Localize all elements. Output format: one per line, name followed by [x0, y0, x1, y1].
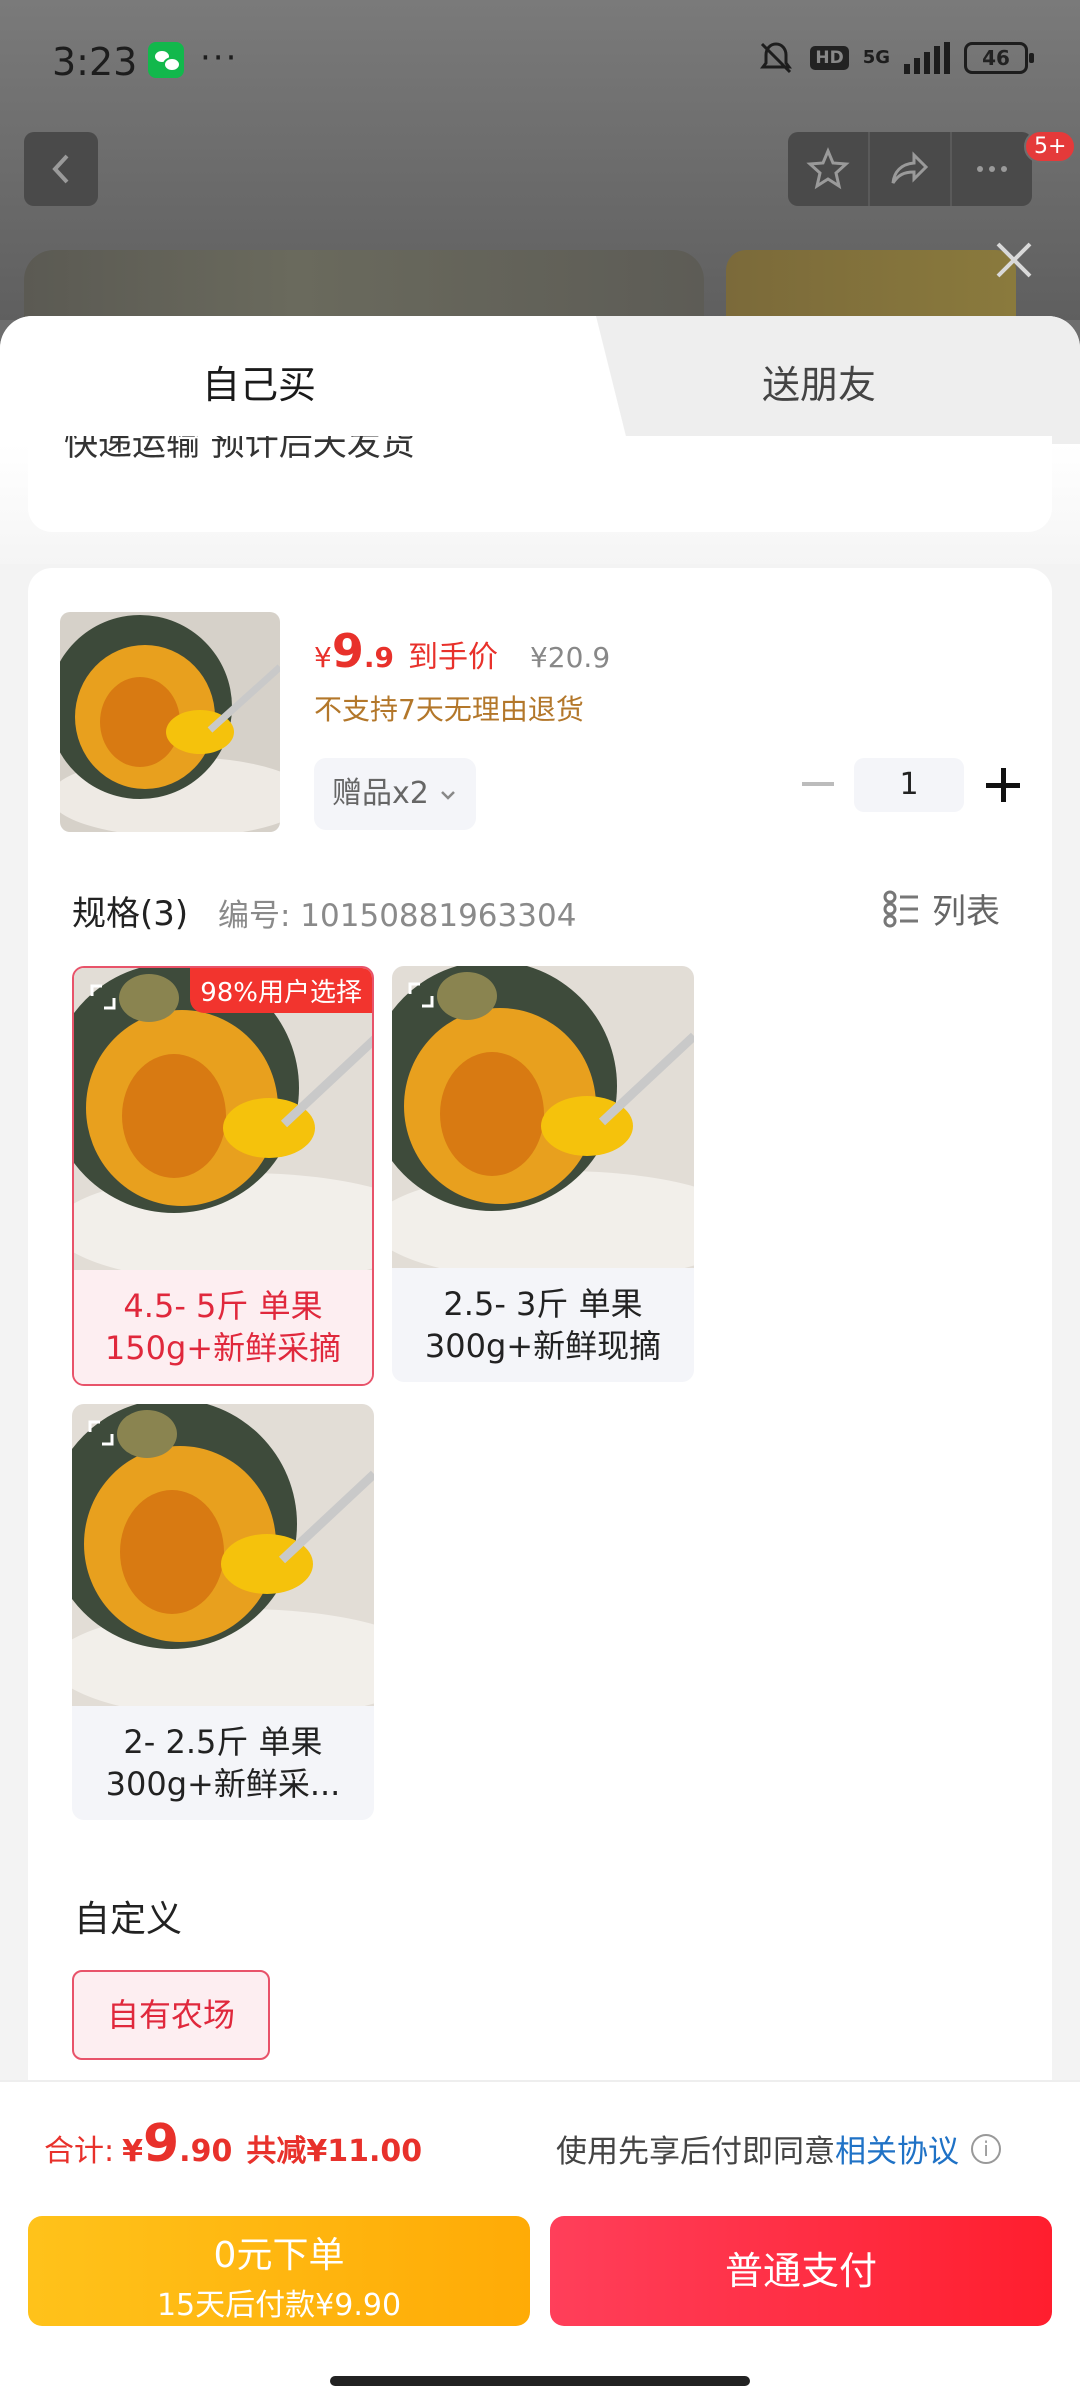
agreement-text: 使用先享后付即同意 [556, 2134, 835, 2170]
pumpkin-image [74, 968, 372, 1270]
spec-code: 编号: 10150881963304 [218, 898, 577, 934]
hd-icon: HD [810, 46, 849, 70]
sku-line2: 300g+新鲜现摘 [424, 1327, 662, 1365]
pay-later-button[interactable]: 0元下单 15天后付款¥9.90 [28, 2216, 530, 2326]
pumpkin-image [60, 612, 280, 832]
sku-line2: 150g+新鲜采摘 [104, 1329, 342, 1367]
sku-line1: 2- 2.5斤 单果 [123, 1723, 323, 1761]
agreement-link[interactable]: 相关协议 [835, 2126, 959, 2171]
gift-label: 赠品x2 [332, 776, 429, 811]
pay-later-sublabel: 15天后付款¥9.90 [156, 2288, 402, 2323]
normal-pay-button[interactable]: 普通支付 [550, 2216, 1052, 2326]
share-button[interactable] [870, 132, 952, 206]
total-price: 合计: ¥ 9 .90 共减¥11.00 [44, 2114, 422, 2174]
mute-icon [760, 42, 793, 74]
total-label: 合计: [44, 2134, 115, 2169]
expand-icon[interactable] [406, 980, 436, 1010]
status-time: 3:23 [52, 40, 138, 84]
return-notice: 不支持7天无理由退货 [314, 693, 584, 726]
close-icon[interactable] [990, 236, 1038, 284]
gift-dropdown[interactable]: 赠品x2 [314, 758, 477, 830]
shipping-card: 快递运输 预计后天发货 [28, 436, 1052, 532]
sku-option-1[interactable]: 98%用户选择 4.5- 5斤 单果 150g+新鲜采摘 [72, 966, 374, 1386]
sku-label: 2.5- 3斤 单果 300g+新鲜现摘 [392, 1268, 694, 1382]
share-icon [891, 151, 929, 184]
pay-later-label: 0元下单 [213, 2235, 345, 2276]
price-decimal: .9 [363, 641, 394, 674]
list-icon [883, 890, 918, 927]
custom-section-title: 自定义 [74, 1899, 183, 1940]
price-integer: 9 [331, 624, 364, 678]
checkout-footer: 合计: ¥ 9 .90 共减¥11.00 使用先享后付即同意 相关协议 i 0元… [0, 2080, 1080, 2400]
battery-icon: 46 [964, 42, 1034, 74]
discount-amount: 共减¥11.00 [246, 2134, 423, 2169]
tab-friend-label[interactable]: 送朋友 [762, 354, 876, 409]
sku-image [74, 968, 372, 1270]
pumpkin-image [392, 966, 694, 1268]
product-thumbnail[interactable] [60, 612, 280, 832]
star-icon [806, 147, 850, 190]
popular-badge: 98%用户选择 [190, 968, 372, 1013]
sku-label: 2- 2.5斤 单果 300g+新鲜采... [72, 1706, 374, 1820]
network-type: 5G [862, 47, 890, 68]
farm-tag-option[interactable]: 自有农场 [72, 1970, 270, 2060]
more-button[interactable] [952, 132, 1032, 206]
total-symbol: ¥ [122, 2134, 143, 2169]
sku-image [392, 966, 694, 1268]
price-row: ¥ 9 .9 到手价 ¥20.9 [314, 624, 610, 678]
signal-icon [904, 42, 950, 74]
sku-image [72, 1404, 374, 1706]
sku-line1: 4.5- 5斤 单果 [123, 1287, 323, 1325]
price-label: 到手价 [407, 640, 498, 675]
list-view-label: 列表 [932, 892, 1000, 932]
quantity-increase-button[interactable] [986, 768, 1020, 802]
total-decimal: .90 [179, 2134, 233, 2169]
back-icon [52, 154, 69, 184]
wechat-icon [148, 42, 184, 78]
shipping-note: 快递运输 预计后天发货 [64, 436, 415, 464]
total-integer: 9 [142, 2114, 180, 2174]
pumpkin-image [72, 1404, 374, 1706]
sku-line2: 300g+新鲜采... [105, 1765, 341, 1803]
sku-label: 4.5- 5斤 单果 150g+新鲜采摘 [74, 1270, 372, 1384]
cart-badge: 5+ [1024, 130, 1077, 163]
info-icon[interactable]: i [971, 2133, 1001, 2164]
quantity-input[interactable]: 1 [854, 758, 964, 812]
status-bar: 3:23 ··· HD 5G 46 [0, 0, 1080, 120]
spec-title: 规格(3) [72, 894, 189, 934]
sku-option-3[interactable]: 2- 2.5斤 单果 300g+新鲜采... [72, 1404, 374, 1820]
more-icon [977, 166, 1007, 172]
price-symbol: ¥ [314, 641, 332, 674]
header-actions [788, 132, 1032, 206]
favorite-button[interactable] [788, 132, 870, 206]
expand-icon[interactable] [86, 1418, 116, 1448]
sku-option-2[interactable]: 2.5- 3斤 单果 300g+新鲜现摘 [392, 966, 694, 1382]
chevron-down-icon [441, 790, 456, 800]
home-indicator[interactable] [330, 2376, 750, 2386]
quantity-decrease-button[interactable] [802, 782, 834, 786]
back-button[interactable] [24, 132, 98, 206]
more-status-icon: ··· [200, 38, 239, 78]
agreement-notice: 使用先享后付即同意 相关协议 i [556, 2126, 1001, 2171]
list-view-button[interactable]: 列表 [882, 884, 1000, 933]
original-price: ¥20.9 [529, 641, 611, 674]
expand-icon[interactable] [88, 982, 118, 1012]
sku-line1: 2.5- 3斤 单果 [443, 1285, 643, 1323]
tab-self-label[interactable]: 自己买 [202, 354, 316, 409]
